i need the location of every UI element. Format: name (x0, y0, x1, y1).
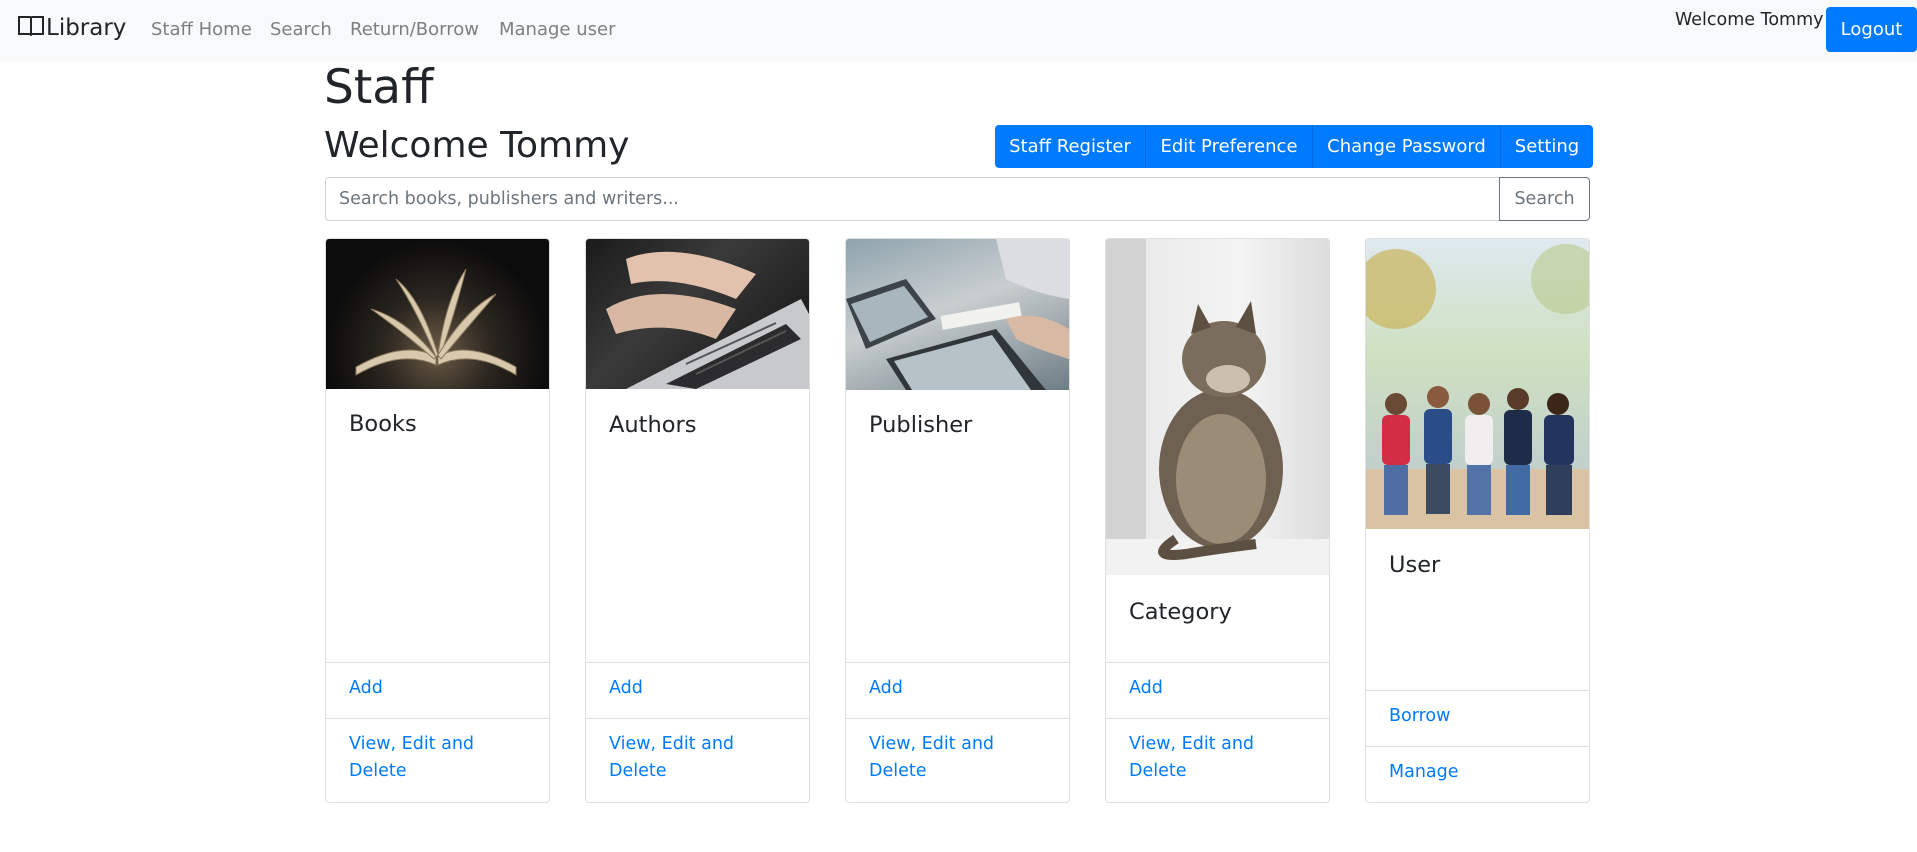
card-authors: Authors Add View, Edit and Delete (585, 238, 810, 803)
laptop-typing-photo (586, 239, 809, 389)
card-category: Category Add View, Edit and Delete (1105, 238, 1330, 803)
card-title: Publisher (869, 412, 973, 438)
card-user: User Borrow Manage (1365, 238, 1590, 803)
group-of-people-photo (1366, 239, 1589, 529)
card-title: Authors (609, 412, 697, 438)
navbar-welcome-text: Welcome Tommy (1675, 10, 1824, 30)
brand-label: Library (46, 15, 127, 41)
card-publisher: Publisher Add View, Edit and Delete (845, 238, 1070, 803)
setting-button[interactable]: Setting (1501, 125, 1593, 168)
nav-staff-home[interactable]: Staff Home (151, 19, 252, 40)
card-link-add[interactable]: Add (846, 662, 1069, 718)
nav-return-borrow[interactable]: Return/Borrow (350, 19, 479, 40)
staff-register-button[interactable]: Staff Register (995, 125, 1146, 168)
card-title: Books (349, 411, 417, 437)
nav-search[interactable]: Search (270, 19, 332, 40)
staff-actions-group: Staff Register Edit Preference Change Pa… (995, 125, 1593, 168)
card-link-view-edit-delete[interactable]: View, Edit and Delete (326, 718, 549, 802)
card-link-borrow[interactable]: Borrow (1366, 690, 1589, 746)
card-link-view-edit-delete[interactable]: View, Edit and Delete (586, 718, 809, 802)
logout-button[interactable]: Logout (1826, 7, 1917, 52)
search-button[interactable]: Search (1499, 177, 1590, 221)
card-books: Books Add View, Edit and Delete (325, 238, 550, 803)
card-link-view-edit-delete[interactable]: View, Edit and Delete (1106, 718, 1329, 802)
card-link-manage[interactable]: Manage (1366, 746, 1589, 802)
navbar: Library Staff Home Search Return/Borrow … (0, 0, 1917, 61)
card-link-add[interactable]: Add (1106, 662, 1329, 718)
card-title: User (1389, 552, 1441, 578)
card-link-view-edit-delete[interactable]: View, Edit and Delete (846, 718, 1069, 802)
book-icon (18, 14, 46, 42)
welcome-heading: Welcome Tommy (324, 125, 630, 166)
card-link-add[interactable]: Add (586, 662, 809, 718)
office-desk-photo (846, 239, 1069, 390)
brand-link[interactable]: Library (18, 14, 126, 42)
card-title: Category (1129, 599, 1232, 625)
card-link-add[interactable]: Add (326, 662, 549, 718)
cat-photo (1106, 239, 1329, 575)
nav-manage-user[interactable]: Manage user (499, 19, 615, 40)
search-input[interactable] (325, 177, 1500, 221)
edit-preference-button[interactable]: Edit Preference (1146, 125, 1313, 168)
open-book-photo (326, 239, 549, 389)
page-title: Staff (324, 60, 434, 115)
change-password-button[interactable]: Change Password (1313, 125, 1501, 168)
